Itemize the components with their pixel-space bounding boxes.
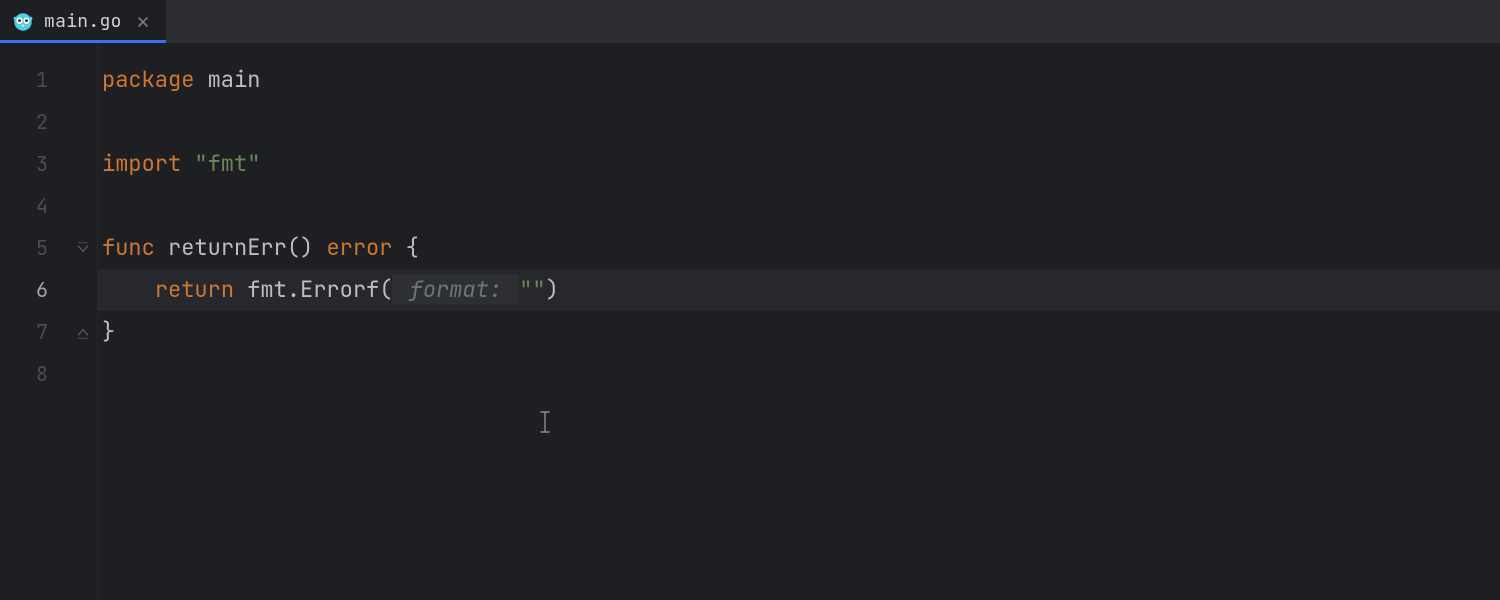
fold-slot	[62, 185, 97, 227]
line-number: 4	[0, 185, 62, 227]
code-line[interactable]: func returnErr() error {	[98, 227, 1500, 269]
code-line[interactable]: package main	[98, 59, 1500, 101]
tab-main-go[interactable]: main.go	[0, 0, 166, 43]
code-line[interactable]	[98, 101, 1500, 143]
fold-slot	[62, 143, 97, 185]
line-number: 2	[0, 101, 62, 143]
tab-bar: main.go	[0, 0, 1500, 43]
line-number: 7	[0, 311, 62, 353]
fold-slot	[62, 353, 97, 395]
code-line[interactable]	[98, 353, 1500, 395]
code-line[interactable]	[98, 185, 1500, 227]
fold-gutter	[62, 43, 98, 600]
code-line[interactable]: import "fmt"	[98, 143, 1500, 185]
text-cursor-icon	[538, 411, 552, 433]
close-icon[interactable]	[134, 13, 152, 31]
code-line[interactable]: }	[98, 311, 1500, 353]
fold-open-icon[interactable]	[75, 242, 91, 255]
code-line[interactable]: return fmt.Errorf( format: "")	[98, 269, 1500, 311]
gopher-icon	[12, 11, 34, 33]
line-number: 5	[0, 227, 62, 269]
line-number: 6	[0, 269, 62, 311]
fold-slot	[62, 59, 97, 101]
fold-slot	[62, 269, 97, 311]
code-editor[interactable]: 12345678 package main import "fmt" func …	[0, 43, 1500, 600]
tab-filename: main.go	[44, 10, 122, 33]
line-number: 1	[0, 59, 62, 101]
code-area[interactable]: package main import "fmt" func returnErr…	[98, 43, 1500, 600]
line-number: 8	[0, 353, 62, 395]
fold-slot	[62, 227, 97, 269]
fold-slot	[62, 101, 97, 143]
line-number-gutter: 12345678	[0, 43, 62, 600]
fold-slot	[62, 311, 97, 353]
line-number: 3	[0, 143, 62, 185]
fold-close-icon[interactable]	[75, 326, 91, 339]
